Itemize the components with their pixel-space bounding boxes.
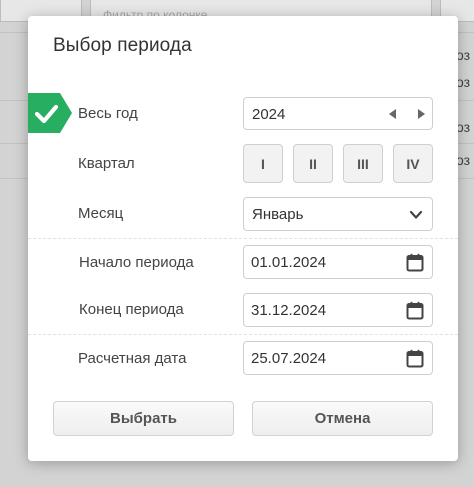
period-dialog: Выбор периода Весь год 2024 Квартал I II…	[28, 16, 458, 461]
caret-left-icon[interactable]	[386, 107, 400, 121]
period-start-label: Начало периода	[79, 254, 194, 271]
caret-right-icon[interactable]	[414, 107, 428, 121]
cancel-button[interactable]: Отмена	[252, 401, 433, 436]
calc-date-input[interactable]: 25.07.2024	[243, 341, 433, 375]
period-start-input[interactable]: 01.01.2024	[243, 245, 433, 279]
period-end-input[interactable]: 31.12.2024	[243, 293, 433, 327]
full-year-option[interactable]: Весь год	[78, 105, 138, 123]
calendar-icon[interactable]	[406, 301, 424, 320]
quarter-button-3[interactable]: III	[343, 144, 383, 183]
calendar-icon[interactable]	[406, 349, 424, 368]
quarter-button-1[interactable]: I	[243, 144, 283, 183]
dialog-title: Выбор периода	[53, 35, 192, 56]
select-button[interactable]: Выбрать	[53, 401, 234, 436]
period-end-label: Конец периода	[79, 301, 184, 318]
section-divider	[28, 238, 458, 239]
year-stepper[interactable]: 2024	[243, 97, 433, 130]
month-value: Январь	[252, 206, 304, 223]
calc-date-label: Расчетная дата	[78, 350, 187, 367]
period-end-value: 31.12.2024	[251, 302, 327, 319]
quarter-button-4[interactable]: IV	[393, 144, 433, 183]
calendar-icon[interactable]	[406, 253, 424, 272]
period-start-value: 01.01.2024	[251, 254, 327, 271]
quarter-label: Квартал	[78, 155, 135, 172]
check-icon	[28, 93, 72, 133]
month-label: Месяц	[78, 205, 124, 222]
chevron-down-icon	[409, 208, 423, 222]
calc-date-value: 25.07.2024	[251, 350, 327, 367]
section-divider	[28, 334, 458, 335]
month-select[interactable]: Январь	[243, 197, 433, 231]
year-value: 2024	[252, 106, 286, 123]
quarter-button-2[interactable]: II	[293, 144, 333, 183]
